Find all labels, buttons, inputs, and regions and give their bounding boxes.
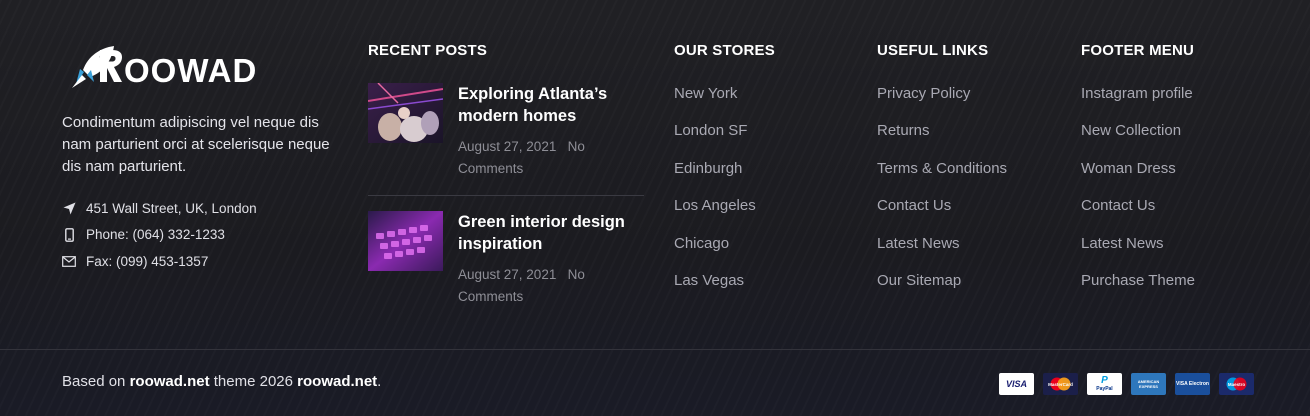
footer-menu-latest-news[interactable]: Latest News (1081, 233, 1281, 270)
recent-post: Green interior design inspiration August… (368, 211, 644, 308)
footer-menu-label[interactable]: New Collection (1081, 122, 1181, 139)
footer-menu-column: FOOTER MENU Instagram profile New Collec… (1081, 40, 1281, 307)
copyright-site-link[interactable]: roowad.net (130, 373, 210, 390)
rocket-logo-icon: OOWAD (72, 46, 257, 89)
contact-phone-text: Phone: (064) 332-1233 (86, 227, 225, 243)
maestro-card-icon: Maestro (1219, 373, 1254, 395)
paypal-card-icon: P PayPal (1087, 373, 1122, 395)
footer-menu-label[interactable]: Instagram profile (1081, 85, 1193, 102)
copyright: Based on roowad.net theme 2026 roowad.ne… (62, 373, 381, 390)
post-date[interactable]: August 27, 2021 (458, 267, 556, 282)
useful-link-label[interactable]: Privacy Policy (877, 85, 970, 102)
copyright-middle: theme 2026 (213, 373, 293, 390)
envelope-icon (62, 254, 76, 268)
mastercard-label: MasterCard (1048, 381, 1073, 387)
post-thumbnail-keyboard[interactable] (368, 211, 443, 271)
contact-address: 451 Wall Street, UK, London (62, 195, 342, 222)
amex-label: AMERICAN EXPRESS (1137, 379, 1160, 389)
useful-links-title: USEFUL LINKS (877, 42, 989, 59)
footer-menu-label[interactable]: Purchase Theme (1081, 272, 1195, 289)
post-title[interactable]: Exploring Atlanta’s modern homes (458, 83, 644, 127)
footer-menu-label[interactable]: Latest News (1081, 235, 1164, 252)
visa-electron-label: VISA Electron (1176, 381, 1209, 387)
visa-electron-card-icon: VISA Electron (1175, 373, 1210, 395)
amex-card-icon: AMERICAN EXPRESS (1131, 373, 1166, 395)
useful-link-label[interactable]: Returns (877, 122, 930, 139)
post-title[interactable]: Green interior design inspiration (458, 211, 644, 255)
store-link-label[interactable]: London SF (674, 122, 747, 139)
contact-fax: Fax: (099) 453-1357 (62, 248, 342, 275)
footer-menu-woman-dress[interactable]: Woman Dress (1081, 158, 1281, 195)
copyright-site-link-2[interactable]: roowad.net (297, 373, 377, 390)
useful-link-label[interactable]: Terms & Conditions (877, 160, 1007, 177)
phone-icon (62, 227, 76, 242)
store-link-london-sf[interactable]: London SF (674, 120, 854, 157)
post-date[interactable]: August 27, 2021 (458, 139, 556, 154)
post-meta: August 27, 2021 No Comments (458, 264, 644, 308)
contact-address-text: 451 Wall Street, UK, London (86, 200, 257, 216)
store-link-chicago[interactable]: Chicago (674, 233, 854, 270)
useful-link-latest-news[interactable]: Latest News (877, 233, 1057, 270)
maestro-label: Maestro (1227, 381, 1246, 387)
footer-menu-title: FOOTER MENU (1081, 42, 1195, 59)
recent-post: Exploring Atlanta’s modern homes August … (368, 83, 644, 180)
about-description: Condimentum adipiscing vel neque dis nam… (62, 114, 330, 175)
useful-link-privacy-policy[interactable]: Privacy Policy (877, 83, 1057, 120)
useful-link-label[interactable]: Contact Us (877, 197, 951, 214)
contact-fax-text: Fax: (099) 453-1357 (86, 253, 209, 269)
location-arrow-icon (62, 201, 76, 215)
useful-link-contact-us[interactable]: Contact Us (877, 195, 1057, 232)
footer-top: OOWAD Condimentum adipiscing vel neque d… (0, 0, 1310, 349)
store-link-new-york[interactable]: New York (674, 83, 854, 120)
store-link-label[interactable]: Chicago (674, 235, 729, 252)
useful-link-returns[interactable]: Returns (877, 120, 1057, 157)
store-link-label[interactable]: Edinburgh (674, 160, 742, 177)
useful-link-our-sitemap[interactable]: Our Sitemap (877, 270, 1057, 307)
stores-column: OUR STORES New York London SF Edinburgh … (674, 40, 854, 307)
visa-card-icon: VISA (999, 373, 1034, 395)
recent-posts-column: RECENT POSTS Exploring Atlanta’s modern … (368, 40, 644, 304)
about-column: OOWAD Condimentum adipiscing vel neque d… (62, 40, 342, 275)
store-link-edinburgh[interactable]: Edinburgh (674, 158, 854, 195)
contact-phone: Phone: (064) 332-1233 (62, 222, 342, 249)
useful-link-label[interactable]: Latest News (877, 235, 960, 252)
store-link-los-angeles[interactable]: Los Angeles (674, 195, 854, 232)
footer-menu-purchase-theme[interactable]: Purchase Theme (1081, 270, 1281, 307)
logo[interactable]: OOWAD (70, 42, 342, 90)
footer-menu-label[interactable]: Contact Us (1081, 197, 1155, 214)
store-link-label[interactable]: New York (674, 85, 737, 102)
footer-menu-list: Instagram profile New Collection Woman D… (1081, 83, 1281, 307)
useful-link-terms[interactable]: Terms & Conditions (877, 158, 1057, 195)
paypal-label: PayPal (1096, 386, 1113, 392)
contact-list: 451 Wall Street, UK, London Phone: (064)… (62, 195, 342, 275)
footer-menu-new-collection[interactable]: New Collection (1081, 120, 1281, 157)
useful-link-label[interactable]: Our Sitemap (877, 272, 961, 289)
footer-bottom: Based on roowad.net theme 2026 roowad.ne… (0, 350, 1310, 416)
post-meta: August 27, 2021 No Comments (458, 136, 644, 180)
stores-list: New York London SF Edinburgh Los Angeles… (674, 83, 854, 307)
footer-menu-instagram[interactable]: Instagram profile (1081, 83, 1281, 120)
useful-links-column: USEFUL LINKS Privacy Policy Returns Term… (877, 40, 1057, 307)
useful-links-list: Privacy Policy Returns Terms & Condition… (877, 83, 1057, 307)
recent-posts-title: RECENT POSTS (368, 42, 488, 59)
stores-title: OUR STORES (674, 42, 775, 59)
payment-methods: VISA MasterCard P PayPal AMERICAN EXPRES… (999, 373, 1254, 395)
store-link-label[interactable]: Los Angeles (674, 197, 756, 214)
store-link-label[interactable]: Las Vegas (674, 272, 744, 289)
mastercard-card-icon: MasterCard (1043, 373, 1078, 395)
footer-menu-label[interactable]: Woman Dress (1081, 160, 1176, 177)
footer-menu-contact-us[interactable]: Contact Us (1081, 195, 1281, 232)
post-body: Exploring Atlanta’s modern homes August … (458, 83, 644, 180)
visa-label: VISA (1005, 379, 1027, 389)
logo-text: OOWAD (124, 52, 257, 89)
post-body: Green interior design inspiration August… (458, 211, 644, 308)
copyright-suffix: . (377, 373, 382, 390)
post-thumbnail-atlanta[interactable] (368, 83, 443, 143)
copyright-prefix: Based on (62, 373, 126, 390)
post-divider (368, 195, 644, 196)
store-link-las-vegas[interactable]: Las Vegas (674, 270, 854, 307)
